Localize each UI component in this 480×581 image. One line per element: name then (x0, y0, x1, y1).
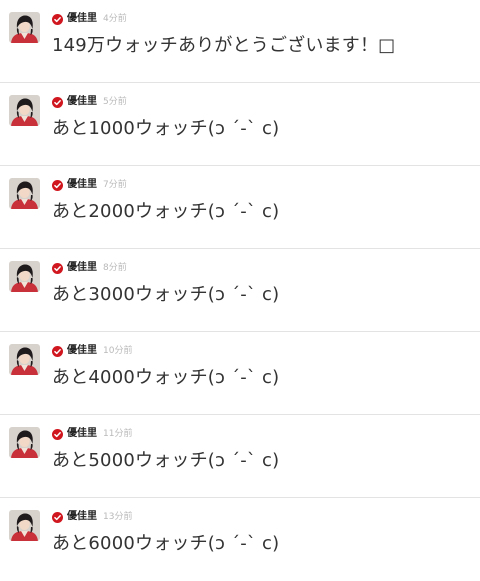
post-time: 7分前 (103, 180, 127, 190)
post-time: 8分前 (103, 263, 127, 273)
avatar[interactable] (9, 261, 40, 292)
avatar[interactable] (9, 95, 40, 126)
post-item[interactable]: 優佳里 8分前 あと3000ウォッチ(ɔ ˊ-ˋ c) (0, 249, 480, 332)
author-name[interactable]: 優佳里 (67, 344, 97, 358)
verified-check-icon (52, 511, 63, 523)
post-message: あと1000ウォッチ(ɔ ˊ-ˋ c) (52, 118, 280, 139)
verified-check-icon (52, 179, 63, 191)
post-message: あと5000ウォッチ(ɔ ˊ-ˋ c) (52, 450, 280, 471)
post-meta: 優佳里 7分前 (52, 178, 127, 192)
avatar[interactable] (9, 178, 40, 209)
post-time: 10分前 (103, 346, 133, 356)
post-time: 5分前 (103, 97, 127, 107)
post-meta: 優佳里 11分前 (52, 427, 132, 441)
post-feed: 優佳里 4分前 149万ウォッチありがとうございます！□ 優佳里 5分前 あと1… (0, 0, 480, 581)
user-avatar-icon (9, 427, 40, 458)
avatar[interactable] (9, 344, 40, 375)
post-meta: 優佳里 10分前 (52, 344, 132, 358)
user-avatar-icon (9, 344, 40, 375)
verified-check-icon (52, 428, 63, 440)
avatar[interactable] (9, 427, 40, 458)
post-item[interactable]: 優佳里 4分前 149万ウォッチありがとうございます！□ (0, 0, 480, 83)
user-avatar-icon (9, 261, 40, 292)
author-name[interactable]: 優佳里 (67, 261, 97, 275)
post-item[interactable]: 優佳里 10分前 あと4000ウォッチ(ɔ ˊ-ˋ c) (0, 332, 480, 415)
post-meta: 優佳里 8分前 (52, 261, 127, 275)
post-item[interactable]: 優佳里 7分前 あと2000ウォッチ(ɔ ˊ-ˋ c) (0, 166, 480, 249)
author-name[interactable]: 優佳里 (67, 427, 97, 441)
avatar[interactable] (9, 12, 40, 43)
post-meta: 優佳里 5分前 (52, 95, 127, 109)
author-name[interactable]: 優佳里 (67, 178, 97, 192)
post-item[interactable]: 優佳里 13分前 あと6000ウォッチ(ɔ ˊ-ˋ c) (0, 498, 480, 581)
user-avatar-icon (9, 178, 40, 209)
post-item[interactable]: 優佳里 11分前 あと5000ウォッチ(ɔ ˊ-ˋ c) (0, 415, 480, 498)
post-meta: 優佳里 4分前 (52, 12, 127, 26)
user-avatar-icon (9, 510, 40, 541)
post-time: 4分前 (103, 14, 127, 24)
author-name[interactable]: 優佳里 (67, 510, 97, 524)
verified-check-icon (52, 345, 63, 357)
post-message: あと2000ウォッチ(ɔ ˊ-ˋ c) (52, 201, 280, 222)
verified-check-icon (52, 96, 63, 108)
verified-check-icon (52, 262, 63, 274)
post-message: あと6000ウォッチ(ɔ ˊ-ˋ c) (52, 533, 280, 554)
post-message: 149万ウォッチありがとうございます！□ (52, 35, 396, 56)
post-message: あと4000ウォッチ(ɔ ˊ-ˋ c) (52, 367, 280, 388)
author-name[interactable]: 優佳里 (67, 12, 97, 26)
post-item[interactable]: 優佳里 5分前 あと1000ウォッチ(ɔ ˊ-ˋ c) (0, 83, 480, 166)
author-name[interactable]: 優佳里 (67, 95, 97, 109)
post-meta: 優佳里 13分前 (52, 510, 132, 524)
avatar[interactable] (9, 510, 40, 541)
user-avatar-icon (9, 12, 40, 43)
post-time: 13分前 (103, 512, 133, 522)
post-time: 11分前 (103, 429, 133, 439)
post-message: あと3000ウォッチ(ɔ ˊ-ˋ c) (52, 284, 280, 305)
verified-check-icon (52, 13, 63, 25)
user-avatar-icon (9, 95, 40, 126)
